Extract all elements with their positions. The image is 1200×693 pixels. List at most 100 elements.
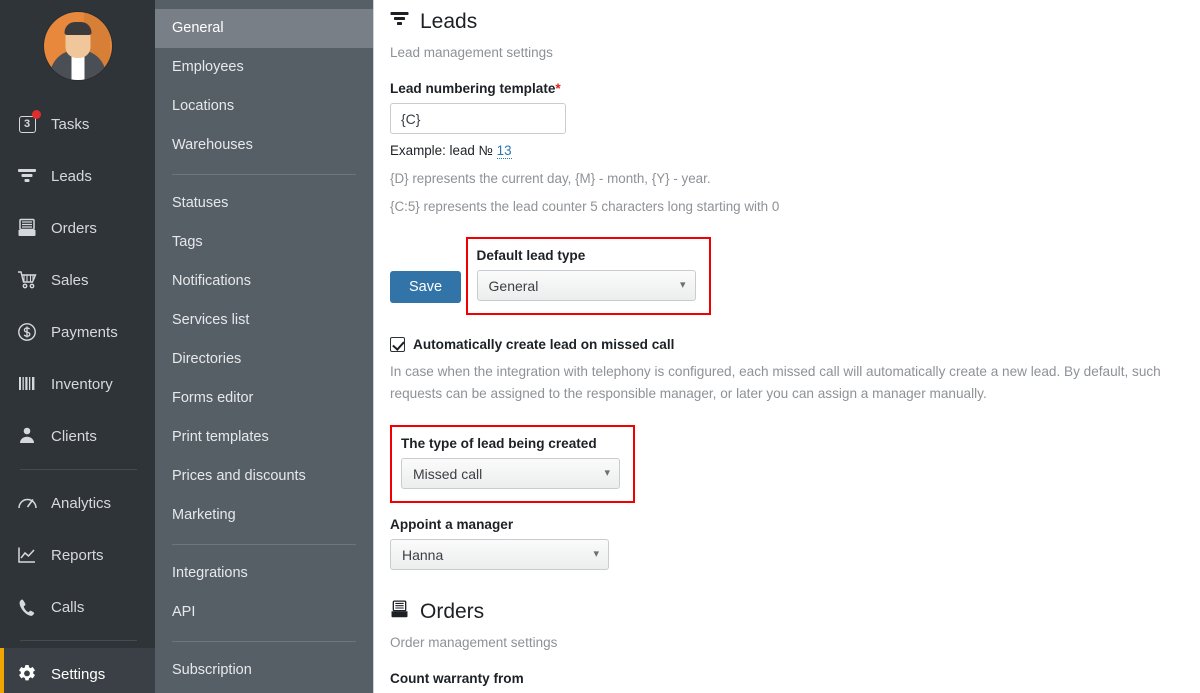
example-line: Example: lead № 13 bbox=[390, 141, 1180, 162]
sidebar-item-label: Clients bbox=[51, 427, 97, 445]
sidebar-item-label: Settings bbox=[51, 665, 106, 683]
sidebar-item-label: Calls bbox=[51, 598, 85, 616]
settings-nav-item-services-list[interactable]: Services list bbox=[155, 301, 373, 340]
sidebar-item-label: Inventory bbox=[51, 375, 113, 393]
auto-create-lead-row[interactable]: Automatically create lead on missed call bbox=[390, 337, 1180, 353]
orders-header: Orders bbox=[390, 600, 1180, 624]
settings-nav: General Employees Locations Warehouses S… bbox=[155, 0, 374, 693]
settings-nav-item-subscription[interactable]: Subscription bbox=[155, 651, 373, 690]
chevron-down-icon: ▾ bbox=[604, 467, 610, 480]
default-lead-type-highlight: Default lead type General ▾ bbox=[465, 237, 711, 316]
settings-nav-divider bbox=[172, 544, 356, 545]
inbox-icon bbox=[16, 217, 38, 239]
tasks-badge-dot bbox=[32, 110, 41, 119]
main-content: Leads Lead management settings Lead numb… bbox=[374, 0, 1200, 693]
gauge-icon bbox=[16, 492, 38, 514]
settings-nav-item-marketing[interactable]: Marketing bbox=[155, 496, 373, 535]
default-lead-type-label: Default lead type bbox=[476, 248, 586, 264]
sidebar-item-tasks[interactable]: 3 Tasks bbox=[0, 98, 155, 150]
sidebar-item-reports[interactable]: Reports bbox=[0, 529, 155, 581]
funnel-icon bbox=[16, 165, 38, 187]
inbox-icon bbox=[390, 600, 409, 624]
settings-nav-divider bbox=[172, 641, 356, 642]
funnel-icon bbox=[390, 11, 409, 33]
sidebar-divider bbox=[20, 469, 137, 470]
created-lead-type-highlight: The type of lead being created Missed ca… bbox=[390, 425, 635, 504]
dollar-circle-icon bbox=[16, 321, 38, 343]
created-lead-type-select[interactable]: Missed call ▾ bbox=[401, 458, 620, 490]
sidebar-item-payments[interactable]: Payments bbox=[0, 306, 155, 358]
chevron-down-icon: ▾ bbox=[679, 279, 686, 292]
settings-nav-item-warehouses[interactable]: Warehouses bbox=[155, 126, 373, 165]
avatar-container[interactable] bbox=[0, 0, 155, 98]
created-lead-type-value: Missed call bbox=[413, 465, 483, 482]
example-number-link[interactable]: 13 bbox=[496, 143, 512, 159]
phone-icon bbox=[16, 596, 38, 618]
hint-day-month-year: {D} represents the current day, {M} - mo… bbox=[390, 170, 711, 186]
app-root: 3 Tasks Leads Orders Sales Payments Inve… bbox=[0, 0, 1200, 693]
sidebar-item-sales[interactable]: Sales bbox=[0, 254, 155, 306]
settings-nav-item-integrations[interactable]: Integrations bbox=[155, 554, 373, 593]
auto-create-lead-checkbox[interactable] bbox=[390, 337, 405, 353]
appoint-manager-select[interactable]: Hanna ▾ bbox=[390, 539, 609, 571]
primary-sidebar: 3 Tasks Leads Orders Sales Payments Inve… bbox=[0, 0, 155, 693]
chart-icon bbox=[16, 544, 38, 566]
hint-counter: {C:5} represents the lead counter 5 char… bbox=[390, 198, 780, 214]
avatar-hair bbox=[64, 22, 91, 35]
default-lead-type-select[interactable]: General ▾ bbox=[476, 270, 696, 302]
tasks-icon: 3 bbox=[16, 110, 41, 135]
auto-create-lead-label: Automatically create lead on missed call bbox=[413, 337, 675, 353]
settings-nav-item-tags[interactable]: Tags bbox=[155, 223, 373, 262]
leads-header: Leads bbox=[390, 10, 1180, 34]
sidebar-item-label: Orders bbox=[51, 219, 97, 237]
sidebar-item-label: Analytics bbox=[51, 494, 112, 512]
appoint-manager-label: Appoint a manager bbox=[390, 517, 514, 533]
orders-subtitle: Order management settings bbox=[390, 635, 558, 651]
person-icon bbox=[16, 425, 38, 447]
lead-numbering-label: Lead numbering template* bbox=[390, 81, 1180, 96]
barcode-icon bbox=[16, 373, 38, 395]
settings-nav-item-directories[interactable]: Directories bbox=[155, 340, 373, 379]
sidebar-item-orders[interactable]: Orders bbox=[0, 202, 155, 254]
required-asterisk: * bbox=[555, 81, 561, 96]
gear-icon bbox=[16, 663, 38, 685]
created-lead-type-label: The type of lead being created bbox=[401, 436, 597, 452]
settings-nav-item-prices-and-discounts[interactable]: Prices and discounts bbox=[155, 457, 373, 496]
appoint-manager-value: Hanna bbox=[402, 546, 444, 563]
auto-create-lead-description: In case when the integration with teleph… bbox=[390, 364, 1161, 402]
cart-icon bbox=[16, 269, 38, 291]
sidebar-item-label: Payments bbox=[51, 323, 118, 341]
avatar[interactable] bbox=[43, 12, 112, 80]
sidebar-item-leads[interactable]: Leads bbox=[0, 150, 155, 202]
sidebar-item-clients[interactable]: Clients bbox=[0, 410, 155, 462]
sidebar-item-inventory[interactable]: Inventory bbox=[0, 358, 155, 410]
lead-numbering-label-text: Lead numbering template bbox=[390, 81, 556, 96]
leads-subtitle: Lead management settings bbox=[390, 45, 553, 60]
sidebar-item-label: Tasks bbox=[51, 115, 90, 133]
page-title: Leads bbox=[420, 10, 478, 33]
settings-nav-item-general[interactable]: General bbox=[155, 9, 373, 48]
sidebar-item-label: Reports bbox=[51, 546, 104, 564]
settings-nav-item-locations[interactable]: Locations bbox=[155, 87, 373, 126]
settings-nav-divider bbox=[172, 174, 356, 175]
settings-nav-item-forms-editor[interactable]: Forms editor bbox=[155, 379, 373, 418]
default-lead-type-value: General bbox=[488, 277, 539, 294]
lead-numbering-input[interactable] bbox=[390, 103, 566, 134]
example-prefix: Example: lead № bbox=[390, 143, 497, 158]
settings-nav-item-api[interactable]: API bbox=[155, 593, 373, 632]
chevron-down-icon: ▾ bbox=[593, 548, 599, 561]
settings-nav-item-employees[interactable]: Employees bbox=[155, 48, 373, 87]
sidebar-item-analytics[interactable]: Analytics bbox=[0, 477, 155, 529]
sidebar-item-settings[interactable]: Settings bbox=[0, 648, 155, 693]
leads-section: Leads Lead management settings Lead numb… bbox=[374, 10, 1200, 686]
sidebar-item-label: Sales bbox=[51, 271, 89, 289]
sidebar-item-calls[interactable]: Calls bbox=[0, 581, 155, 633]
orders-title: Orders bbox=[420, 600, 485, 624]
count-warranty-label: Count warranty from bbox=[390, 671, 524, 687]
settings-nav-item-notifications[interactable]: Notifications bbox=[155, 262, 373, 301]
settings-nav-item-print-templates[interactable]: Print templates bbox=[155, 418, 373, 457]
sidebar-divider bbox=[20, 640, 137, 641]
settings-nav-item-statuses[interactable]: Statuses bbox=[155, 184, 373, 223]
save-button[interactable]: Save bbox=[390, 270, 462, 303]
sidebar-item-label: Leads bbox=[51, 167, 92, 185]
